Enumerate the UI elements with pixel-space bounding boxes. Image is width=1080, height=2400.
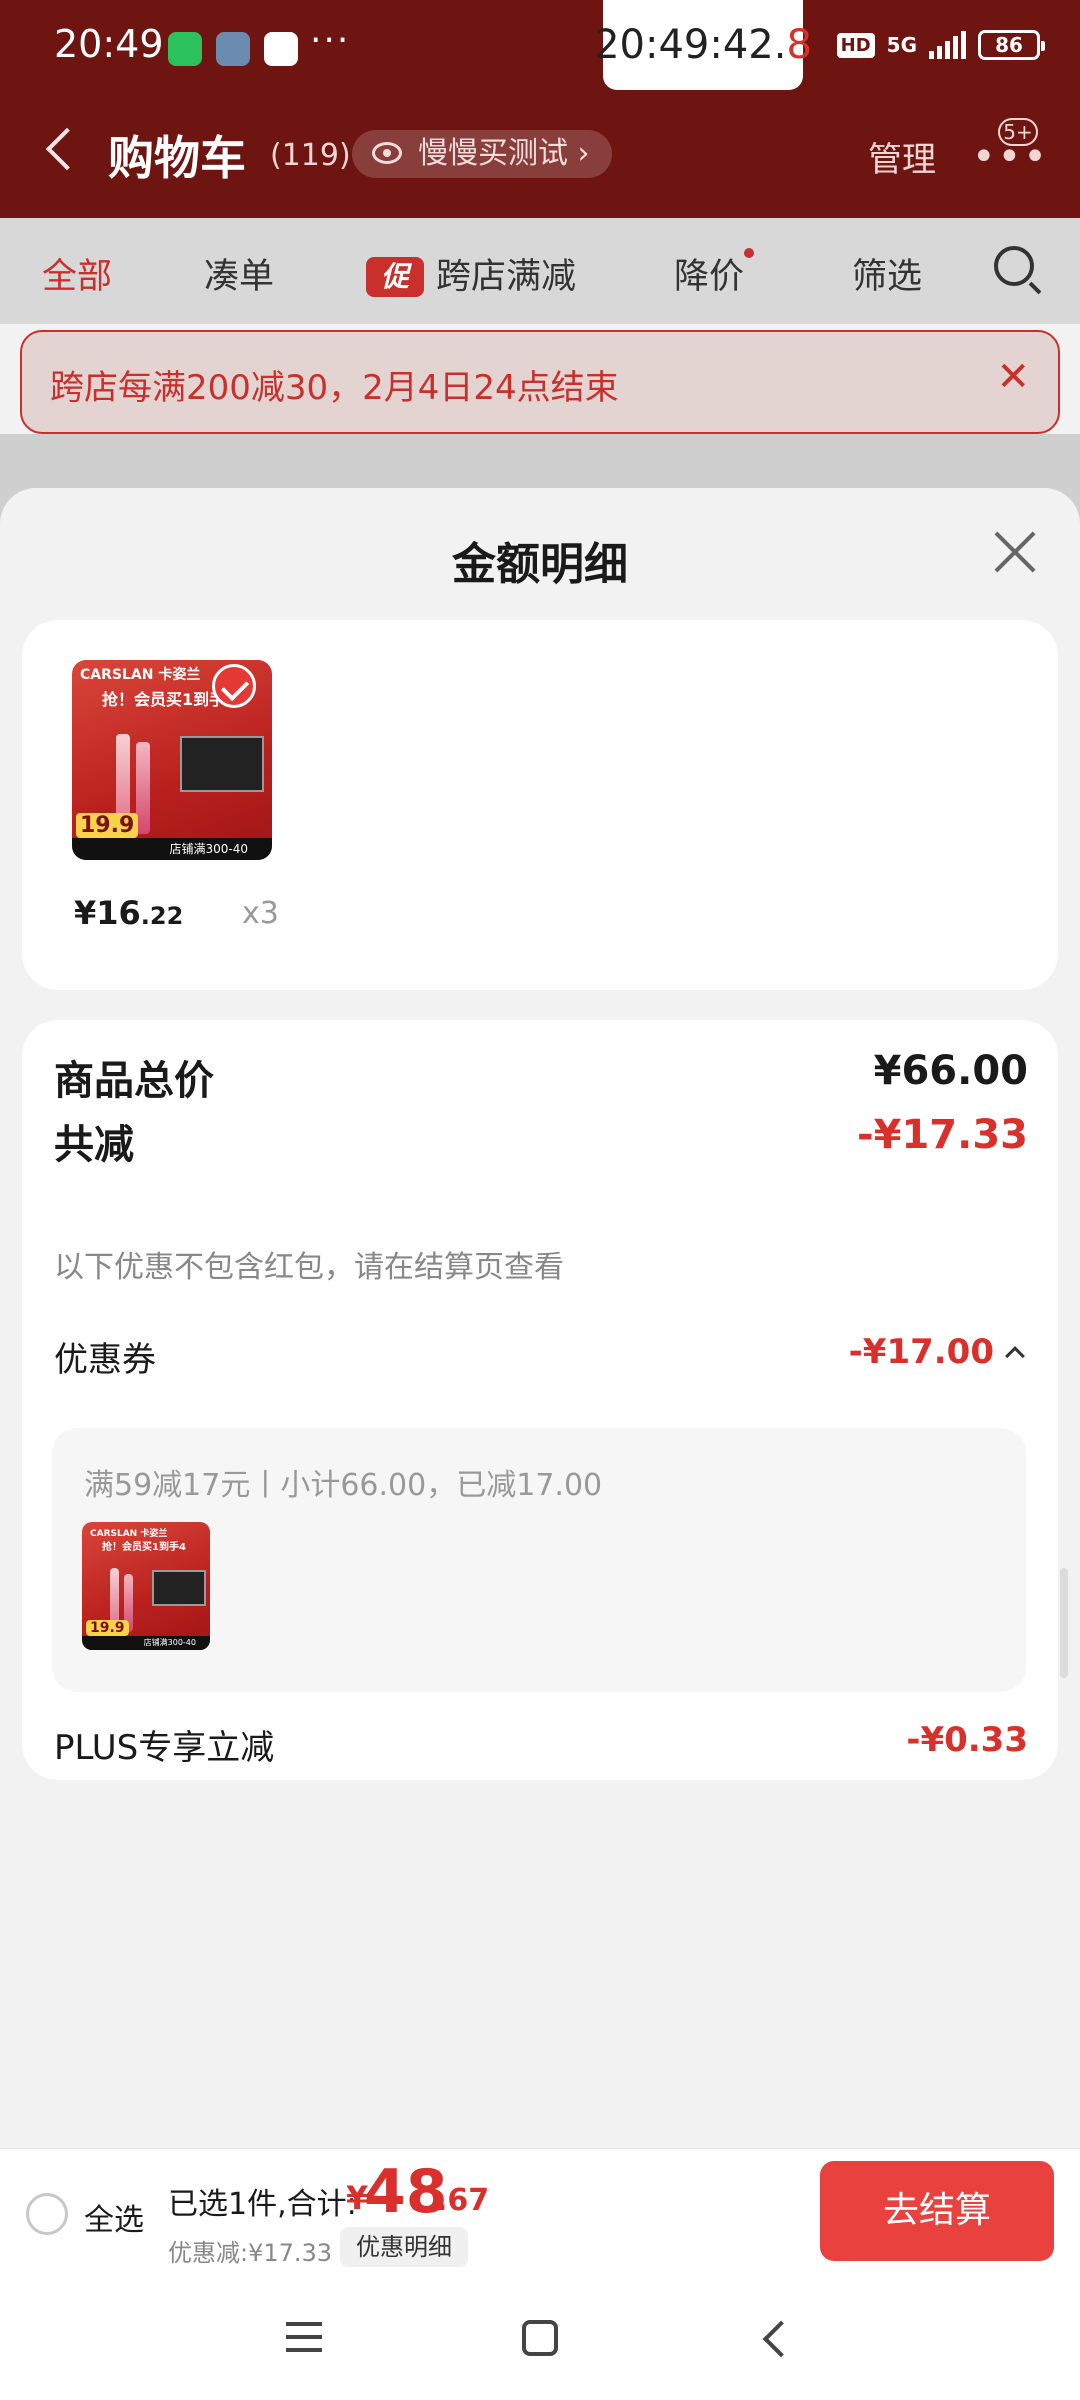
selected-summary: 已选1件,合计: (168, 2187, 357, 2222)
qq-notification-icon (264, 32, 298, 66)
select-all-label[interactable]: 全选 (84, 2195, 144, 2239)
search-icon[interactable] (994, 246, 1034, 286)
signal-icon (929, 31, 966, 59)
total-decimal: .67 (436, 2183, 490, 2218)
new-dot-icon (744, 248, 755, 258)
thumb-brand: CARSLAN 卡姿兰 (80, 667, 201, 683)
discount-detail-button[interactable]: 优惠明细 (340, 2227, 468, 2267)
thumb-price: 19.9 (86, 1620, 129, 1636)
cart-nav-bar: 购物车 (119) 慢慢买测试 › 管理 ••• 5+ (0, 110, 1080, 210)
product-quantity: x3 (242, 896, 279, 931)
close-icon[interactable] (992, 530, 1038, 576)
back-icon[interactable] (762, 2320, 800, 2358)
gift-box-image (180, 736, 264, 792)
tool-notification-icon (216, 32, 250, 66)
clock-main: 20:49:42. (594, 22, 787, 68)
tab-cross-store-label: 跨店满减 (436, 257, 577, 297)
sheet-title: 金额明细 (452, 539, 628, 590)
manage-button[interactable]: 管理 (868, 132, 936, 181)
home-icon[interactable] (522, 2320, 558, 2356)
scrollbar[interactable] (1060, 1568, 1068, 1678)
promo-banner-text: 跨店每满200减30，2月4日24点结束 (50, 368, 619, 408)
thumb-headline: 抢！会员买1到手4 (102, 1542, 186, 1553)
discount-note: 以下优惠不包含红包，请在结算页查看 (54, 1250, 564, 1285)
tab-filter[interactable]: 筛选 (852, 248, 922, 299)
gift-box-image (152, 1570, 206, 1606)
total-value: ¥66.00 (873, 1048, 1028, 1094)
status-bar: 20:49 ··· 20:49:42. 8 HD 5G 86 (0, 0, 1080, 96)
tab-cross-store[interactable]: 促跨店满减 (366, 248, 576, 299)
coupon-detail: 满59减17元丨小计66.00，已减17.00 CARSLAN 卡姿兰 抢！会员… (52, 1428, 1026, 1692)
amount-detail-sheet: 金额明细 CARSLAN 卡姿兰 抢！会员买1到手4 19.9 店铺满300-4… (0, 488, 1080, 2148)
discount-label: 共减 (54, 1122, 134, 1168)
eye-icon (372, 142, 402, 164)
menu-icon[interactable] (286, 2322, 322, 2352)
close-icon[interactable]: ✕ (996, 354, 1030, 400)
discount-value: -¥17.33 (857, 1112, 1028, 1158)
status-right: HD 5G 86 (836, 30, 1045, 60)
more-notifications-icon: ··· (310, 20, 351, 61)
hd-icon: HD (836, 32, 875, 58)
check-icon (212, 664, 256, 708)
plus-discount-value: -¥0.33 (906, 1720, 1028, 1760)
tab-price-drop[interactable]: 降价 (674, 248, 755, 299)
network-type: 5G (886, 33, 917, 57)
cart-filter-tabs: 全部 凑单 促跨店满减 降价 筛选 (0, 218, 1080, 324)
wechat-notification-icon (168, 32, 202, 66)
coupon-value: -¥17.00 (848, 1332, 994, 1372)
lipstick-image (136, 742, 150, 834)
promo-banner: 跨店每满200减30，2月4日24点结束 ✕ (20, 330, 1060, 434)
back-icon[interactable] (45, 127, 89, 171)
cart-count: (119) (270, 138, 351, 173)
thumb-price: 19.9 (76, 813, 139, 838)
thumb-strip: 店铺满300-40 (82, 1636, 210, 1650)
saved-amount: 优惠减:¥17.33 (168, 2239, 333, 2267)
coupon-product-thumbnail: CARSLAN 卡姿兰 抢！会员买1到手4 19.9 店铺满300-40 (82, 1522, 210, 1650)
page-title: 购物车 (108, 131, 246, 185)
total-label: 商品总价 (54, 1058, 214, 1104)
floating-clock: 20:49:42. 8 (594, 0, 812, 90)
promo-tag: 促 (366, 257, 424, 297)
slow-buy-label: 慢慢买测试 › (418, 136, 590, 171)
checkout-bar: 全选 已选1件,合计: ¥ 48 .67 优惠减:¥17.33 优惠明细 去结算 (0, 2148, 1080, 2278)
coupon-toggle[interactable]: -¥17.00 (848, 1332, 1025, 1372)
chevron-up-icon (1005, 1346, 1025, 1366)
tab-bundle[interactable]: 凑单 (204, 248, 274, 299)
product-card: CARSLAN 卡姿兰 抢！会员买1到手4 19.9 店铺满300-40 ¥16… (22, 620, 1058, 990)
status-time: 20:49 (54, 22, 164, 66)
coupon-label: 优惠券 (54, 1340, 156, 1380)
slow-buy-button[interactable]: 慢慢买测试 › (352, 130, 612, 178)
message-badge: 5+ (998, 118, 1038, 146)
plus-discount-label: PLUS专享立减 (54, 1728, 275, 1768)
product-price: ¥16.22 (74, 894, 183, 932)
price-summary-card: 商品总价 ¥66.00 共减 -¥17.33 以下优惠不包含红包，请在结算页查看… (22, 1020, 1058, 1780)
clock-tenth: 8 (786, 22, 812, 68)
system-nav-bar (0, 2278, 1080, 2400)
battery-icon: 86 (978, 30, 1045, 60)
thumb-strip: 店铺满300-40 (72, 838, 272, 860)
price-decimal: .22 (140, 902, 184, 930)
total-amount: 48 (364, 2157, 448, 2227)
select-all-radio[interactable] (26, 2193, 68, 2235)
coupon-description: 满59减17元丨小计66.00，已减17.00 (84, 1468, 603, 1503)
tab-price-drop-label: 降价 (674, 257, 745, 297)
price-main: ¥16 (74, 894, 141, 932)
tab-all[interactable]: 全部 (42, 248, 112, 299)
checkout-button[interactable]: 去结算 (820, 2161, 1054, 2261)
